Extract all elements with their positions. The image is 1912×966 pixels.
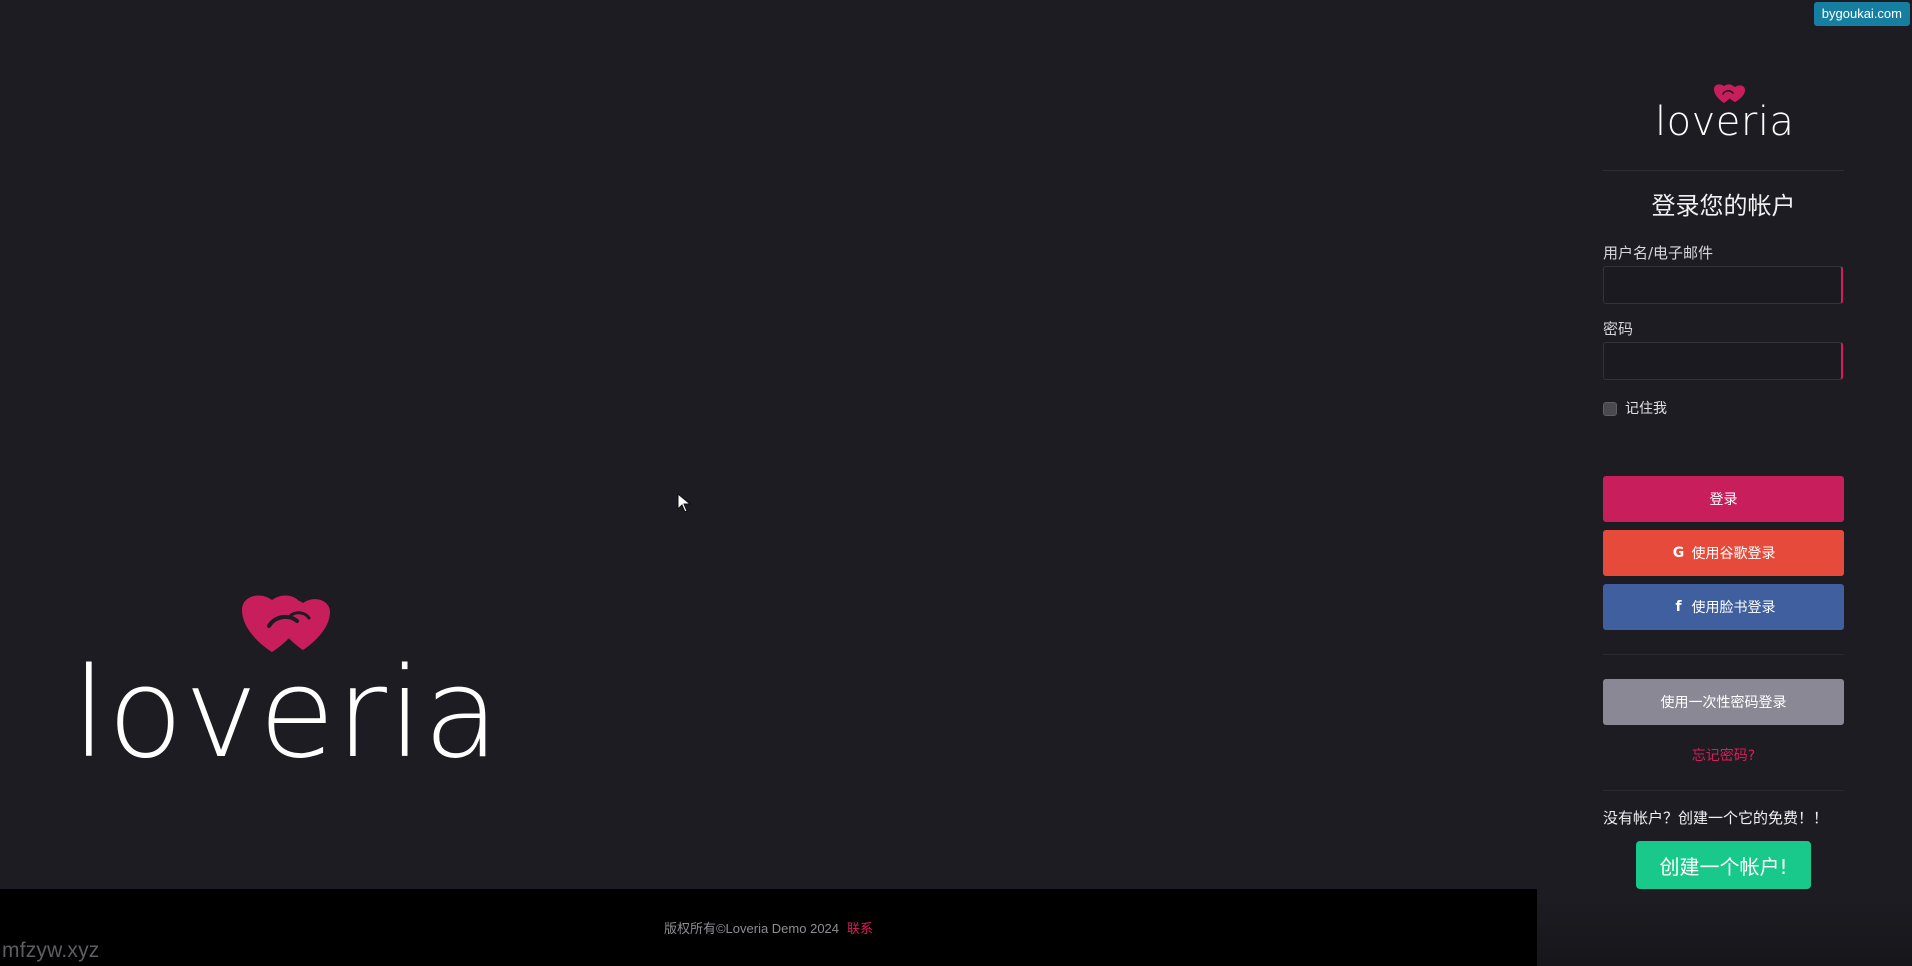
panel-logo-text: loveria [1655,99,1795,145]
otp-login-label: 使用一次性密码登录 [1660,694,1787,711]
google-login-label: 使用谷歌登录 [1691,545,1776,562]
login-panel: bygoukai.com loveria 登录您的帐户 用户名/电子邮件 密码 [1537,0,1912,966]
google-icon: G [1672,544,1685,561]
hero-logo-text: loveria [72,642,501,786]
footer: 版权所有©Loveria Demo 2024 联系 [0,889,1537,966]
site-badge: bygoukai.com [1813,2,1910,26]
google-login-button[interactable]: G 使用谷歌登录 [1603,529,1844,576]
username-label: 用户名/电子邮件 [1603,243,1714,262]
signup-prompt: 没有帐户？创建一个它的免费！！ [1603,808,1829,827]
create-account-button[interactable]: 创建一个帐户! [1636,841,1811,890]
username-group: 用户名/电子邮件 [1603,244,1844,304]
facebook-login-label: 使用脸书登录 [1691,599,1776,616]
panel-divider-top [1603,170,1844,171]
remember-checkbox[interactable] [1603,401,1617,416]
panel-divider-bottom [1603,789,1844,791]
create-account-label: 创建一个帐户! [1659,854,1788,879]
login-button-label: 登录 [1709,491,1738,508]
hero-area: loveria [0,0,1537,889]
mouse-pointer-icon [677,493,691,513]
footer-copyright: 版权所有©Loveria Demo 2024 [663,921,840,936]
password-group: 密码 [1603,320,1844,380]
remember-label: 记住我 [1625,400,1667,417]
facebook-login-button[interactable]: f 使用脸书登录 [1603,583,1844,630]
otp-login-button[interactable]: 使用一次性密码登录 [1603,678,1844,725]
footer-contact-link[interactable]: 联系 [847,918,873,937]
login-page: loveria 版权所有©Loveria Demo 2024 联系 mfzyw.… [0,0,1912,966]
panel-logo: loveria [1603,82,1844,145]
login-title: 登录您的帐户 [1651,192,1796,220]
remember-row: 记住我 [1603,400,1844,418]
panel-divider-middle [1603,653,1844,655]
watermark: mfzyw.xyz [2,939,100,962]
login-button[interactable]: 登录 [1603,475,1844,522]
username-field[interactable] [1603,265,1843,304]
hero-logo: loveria [72,592,512,776]
login-form: loveria 登录您的帐户 用户名/电子邮件 密码 记住我 登录 G 使用谷歌… [1603,82,1844,890]
password-label: 密码 [1603,319,1634,338]
password-field[interactable] [1603,341,1843,380]
facebook-icon: f [1675,598,1682,615]
forgot-password-link[interactable]: 忘记密码? [1603,745,1844,765]
